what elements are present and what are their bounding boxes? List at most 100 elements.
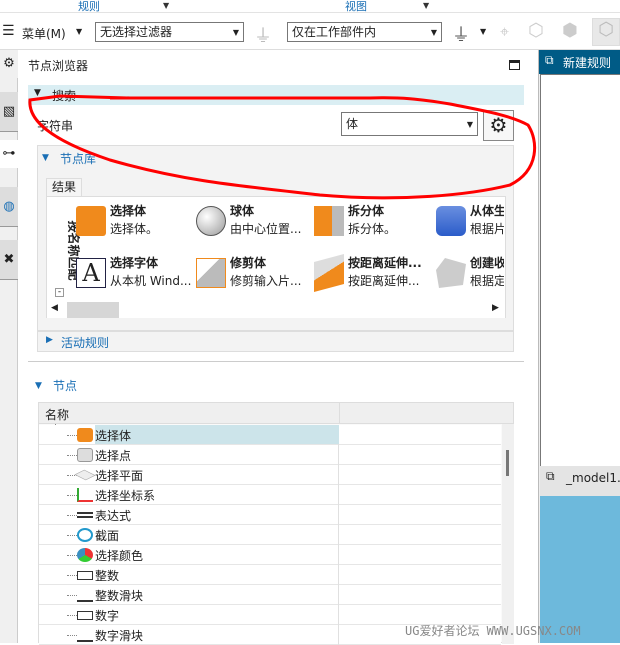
selection-toolbar: ☰ 菜单(M) ▼ 无选择过滤器 ⏚ 仅在工作部件内 ⏚ ▼ ⌖ ⬡ ⬢ ⬡ — [0, 14, 620, 50]
library-item[interactable]: 修剪体 修剪输入片... — [196, 254, 316, 298]
tree-connector — [67, 575, 77, 576]
tools-icon[interactable]: ✖ — [0, 240, 18, 280]
web-browser-icon[interactable]: ◍ — [0, 187, 18, 227]
column-divider — [339, 403, 340, 424]
node-label: 选择坐标系 — [95, 489, 156, 503]
menu-button[interactable]: 菜单(M) — [22, 25, 66, 42]
cube-icon[interactable]: ⬢ — [562, 20, 578, 41]
filter-list-icon[interactable]: ⏚ — [452, 21, 470, 47]
scrollbar-thumb[interactable] — [506, 450, 509, 476]
node-type-icon — [77, 488, 93, 502]
right-panel: ⧉ 新建规则 ⧉ _model1.p — [538, 50, 620, 643]
string-label: 字符串 — [37, 119, 74, 133]
rule-editor[interactable] — [540, 74, 620, 468]
parts-icon[interactable]: ▧ — [0, 92, 18, 132]
chevron-down-icon[interactable]: ▼ — [423, 1, 429, 10]
node-label: 选择体 — [95, 425, 339, 444]
node-label: 数字滑块 — [95, 629, 144, 643]
search-section-header[interactable]: ▼ 搜索 — [28, 85, 524, 105]
resource-bar: ⚙ ▧ ⊶ ◍ ✖ — [0, 50, 18, 643]
chevron-down-icon[interactable]: ▼ — [76, 27, 82, 36]
expand-icon: ▶ — [46, 335, 53, 345]
column-name[interactable]: 名称 — [45, 406, 69, 423]
panel-title: 节点浏览器 — [28, 59, 89, 73]
new-rule-header[interactable]: ⧉ 新建规则 — [539, 50, 620, 74]
node-library-header[interactable]: 节点库 — [60, 150, 96, 167]
string-input[interactable]: 体 — [341, 112, 478, 136]
scrollbar-thumb[interactable] — [67, 302, 119, 318]
table-row[interactable]: 选择平面 — [39, 465, 501, 485]
ribbon-group-rules[interactable]: 规则 — [78, 0, 100, 14]
node-label: 选择点 — [95, 449, 132, 463]
split-body-icon — [314, 206, 344, 236]
library-item[interactable]: 球体 由中心位置... — [196, 202, 316, 246]
body-icon — [76, 206, 106, 236]
mesh-icon — [436, 258, 466, 288]
node-type-icon — [77, 571, 93, 580]
graphics-viewport[interactable] — [540, 496, 620, 643]
table-header: 名称 — [39, 403, 513, 424]
library-item[interactable]: 创建收 根据定 — [436, 254, 504, 298]
collapse-icon[interactable]: ▼ — [42, 153, 49, 163]
tree-connector — [67, 455, 77, 456]
node-graph-icon[interactable]: ⊶ — [0, 140, 18, 168]
table-row[interactable]: 选择颜色 — [39, 545, 501, 565]
table-row[interactable]: 整数滑块 — [39, 585, 501, 605]
divider — [28, 361, 524, 362]
filter-reset-icon[interactable]: ⏚ — [254, 22, 272, 48]
table-row[interactable]: 选择体 — [39, 425, 501, 445]
nodes-header[interactable]: 节点 — [53, 377, 77, 394]
tree-connector — [67, 495, 77, 496]
collapse-toggle[interactable]: - — [55, 288, 64, 297]
ribbon-group-view[interactable]: 视图 — [345, 0, 367, 14]
tree-connector — [67, 535, 77, 536]
chevron-down-icon[interactable]: ▼ — [163, 1, 169, 10]
scope-select[interactable]: 仅在工作部件内 — [287, 22, 442, 42]
settings-gear-button[interactable]: ⚙ — [483, 110, 514, 141]
table-row[interactable]: 截面 — [39, 525, 501, 545]
scroll-left-icon[interactable]: ◀ — [51, 303, 58, 313]
node-label: 表达式 — [95, 509, 132, 523]
collapse-icon[interactable]: ▼ — [35, 381, 42, 391]
library-item[interactable]: 拆分体 拆分体。 — [314, 202, 434, 246]
tree-connector — [67, 595, 77, 596]
cube-view-icon[interactable]: ⬡ — [592, 18, 620, 46]
watermark: UG爱好者论坛 WWW.UGSNX.COM — [405, 624, 581, 638]
active-rules-label: 活动规则 — [61, 336, 110, 350]
tab-results[interactable]: 结果 — [46, 178, 82, 197]
maximize-icon[interactable] — [509, 60, 520, 70]
node-type-icon — [77, 448, 93, 462]
node-type-icon — [77, 528, 93, 542]
tree-connector — [67, 515, 77, 516]
library-item[interactable]: 选择体 选择体。 — [76, 202, 196, 246]
horizontal-scrollbar[interactable]: ◀ ▶ — [47, 302, 505, 318]
node-label: 整数 — [95, 569, 120, 583]
trim-body-icon — [196, 258, 226, 288]
menu-icon: ☰ — [2, 23, 15, 39]
scroll-right-icon[interactable]: ▶ — [492, 303, 499, 313]
vertical-scrollbar[interactable] — [502, 424, 514, 644]
table-row[interactable]: 选择点 — [39, 445, 501, 465]
chevron-down-icon[interactable]: ▼ — [480, 27, 486, 36]
library-item[interactable]: A 选择字体 从本机 Wind... — [76, 254, 196, 298]
library-item[interactable]: 从体生 根据片 — [436, 202, 504, 246]
node-type-icon — [77, 611, 93, 620]
body-from-sheet-icon — [436, 206, 466, 236]
table-row[interactable]: 表达式 — [39, 505, 501, 525]
gear-icon[interactable]: ⚙ — [0, 50, 18, 78]
snap-point-icon[interactable]: ⌖ — [500, 22, 509, 42]
ribbon-group-bar: 规则 ▼ 视图 ▼ — [0, 0, 620, 13]
extend-icon — [314, 253, 344, 293]
type-filter-select[interactable]: 无选择过滤器 — [95, 22, 244, 42]
model-icon: ⧉ — [546, 469, 555, 483]
model-tab-label: _model1.p — [566, 471, 620, 485]
node-type-icon — [77, 588, 93, 602]
cube-snap-icon[interactable]: ⬡ — [528, 20, 544, 41]
rule-icon: ⧉ — [545, 53, 554, 67]
active-rules-section[interactable]: ▶ 活动规则 — [37, 331, 514, 352]
node-label: 选择平面 — [95, 469, 144, 483]
library-item[interactable]: 按距离延伸... 按距离延伸... — [314, 253, 434, 298]
table-row[interactable]: 选择坐标系 — [39, 485, 501, 505]
table-row[interactable]: 整数 — [39, 565, 501, 585]
node-type-icon — [77, 628, 93, 642]
